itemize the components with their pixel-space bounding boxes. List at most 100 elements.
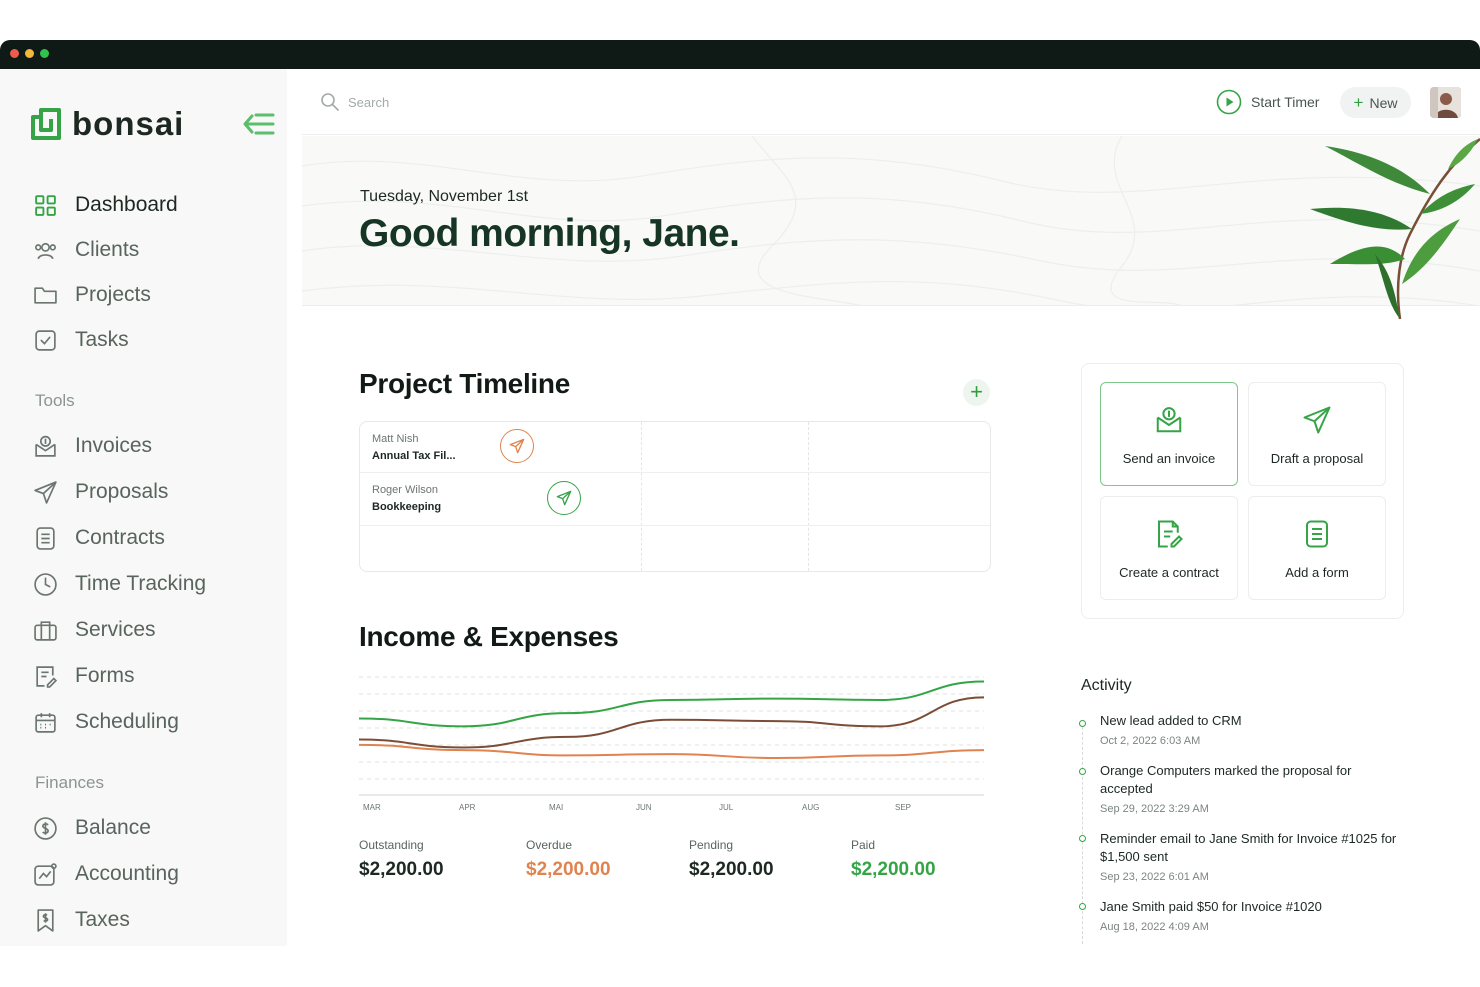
sidebar-item-label: Tasks [75, 328, 129, 351]
activity-time: Aug 18, 2022 4:09 AM [1100, 921, 1209, 933]
collapse-sidebar-button[interactable] [243, 111, 275, 137]
activity-dot [1079, 768, 1086, 775]
sidebar-item-label: Forms [75, 664, 135, 687]
create-contract-button[interactable]: Create a contract [1100, 496, 1238, 600]
action-label: Add a form [1285, 565, 1349, 580]
collapse-arrow-icon [243, 113, 275, 135]
chart-x-tick-label: AUG [802, 803, 820, 812]
activity-time: Oct 2, 2022 6:03 AM [1100, 735, 1201, 747]
sidebar-item-label: Taxes [75, 908, 130, 931]
timeline-client: Matt Nish [372, 433, 419, 445]
project-timeline: Matt Nish Annual Tax Fil... Roger Wilson… [359, 421, 991, 572]
activity-item[interactable]: Orange Computers marked the proposal for… [1100, 762, 1400, 798]
calendar-icon [35, 712, 56, 733]
minimize-window-icon[interactable] [25, 49, 34, 58]
sidebar-item-label: Projects [75, 283, 151, 306]
chart-x-tick-label: JUN [636, 803, 652, 812]
pending-value: $2,200.00 [689, 859, 774, 880]
activity-time: Sep 29, 2022 3:29 AM [1100, 803, 1209, 815]
timeline-project[interactable]: Bookkeeping [372, 501, 441, 513]
outstanding-value: $2,200.00 [359, 859, 444, 880]
activity-item[interactable]: Reminder email to Jane Smith for Invoice… [1100, 830, 1400, 866]
sidebar-item-tasks[interactable]: Tasks [33, 325, 129, 355]
paper-plane-icon [34, 480, 57, 504]
dollar-circle-icon [34, 816, 57, 840]
maximize-window-icon[interactable] [40, 49, 49, 58]
sidebar-item-services[interactable]: Services [33, 615, 156, 645]
greeting-heading: Good morning, Jane. [359, 212, 740, 255]
sidebar-item-invoices[interactable]: Invoices [33, 431, 152, 461]
action-label: Send an invoice [1122, 451, 1216, 466]
timeline-project[interactable]: Annual Tax Fil... [372, 450, 456, 462]
activity-item[interactable]: Jane Smith paid $50 for Invoice #1020 [1100, 898, 1400, 916]
sidebar-item-contracts[interactable]: Contracts [33, 523, 165, 553]
brand-logo[interactable]: bonsai [30, 105, 184, 143]
action-label: Create a contract [1119, 565, 1219, 580]
action-label: Draft a proposal [1270, 451, 1364, 466]
timeline-status-badge[interactable] [547, 481, 581, 515]
sidebar: bonsai Dashboard Clients Projects Tasks … [0, 69, 287, 946]
chart-x-tick-label: MAI [549, 803, 564, 812]
plus-icon: + [1353, 92, 1364, 112]
send-invoice-button[interactable]: Send an invoice [1100, 382, 1238, 486]
user-avatar[interactable] [1430, 87, 1461, 118]
activity-dot [1079, 835, 1086, 842]
add-form-button[interactable]: Add a form [1248, 496, 1386, 600]
sidebar-item-label: Invoices [75, 434, 153, 457]
start-timer-button[interactable]: Start Timer [1216, 89, 1319, 115]
close-window-icon[interactable] [10, 49, 19, 58]
form-icon [1306, 520, 1328, 548]
outstanding-label: Outstanding [359, 838, 424, 852]
paid-label: Paid [851, 838, 876, 852]
project-timeline-title: Project Timeline [359, 368, 570, 399]
timeline-status-badge[interactable] [500, 429, 534, 463]
activity-dot [1079, 720, 1086, 727]
tools-heading: Tools [35, 391, 75, 410]
chart-x-tick-label: APR [459, 803, 476, 812]
sidebar-item-balance[interactable]: Balance [33, 813, 151, 843]
finances-heading: Finances [35, 773, 104, 792]
chart-x-tick-label: JUL [719, 803, 734, 812]
timeline-gridline [641, 422, 642, 571]
sidebar-item-time-tracking[interactable]: Time Tracking [33, 569, 206, 599]
activity-item[interactable]: New lead added to CRM [1100, 712, 1400, 730]
draft-proposal-button[interactable]: Draft a proposal [1248, 382, 1386, 486]
chart-series-line-1 [359, 696, 985, 749]
start-timer-label: Start Timer [1251, 94, 1320, 110]
timeline-row-divider [360, 525, 990, 526]
add-project-button[interactable]: + [963, 379, 990, 406]
sidebar-item-accounting[interactable]: Accounting [33, 859, 179, 889]
clients-icon [34, 242, 57, 259]
activity-title: Activity [1081, 677, 1132, 694]
paper-plane-icon [556, 490, 572, 506]
sidebar-item-label: Accounting [75, 862, 179, 885]
sidebar-item-forms[interactable]: Forms [33, 661, 135, 691]
plus-icon: + [970, 379, 983, 404]
topbar: Start Timer + New [302, 69, 1480, 135]
overdue-label: Overdue [526, 838, 573, 852]
pending-label: Pending [689, 838, 734, 852]
sidebar-item-proposals[interactable]: Proposals [33, 477, 168, 507]
sidebar-item-scheduling[interactable]: Scheduling [33, 707, 179, 737]
sidebar-item-clients[interactable]: Clients [33, 235, 139, 265]
checkbox-icon [35, 329, 56, 351]
new-button[interactable]: + New [1340, 87, 1411, 118]
income-expenses-chart [359, 676, 985, 796]
search-input[interactable] [348, 91, 648, 113]
sidebar-item-taxes[interactable]: Taxes [33, 905, 130, 935]
sidebar-item-label: Time Tracking [75, 572, 207, 595]
timeline-row-divider [360, 472, 990, 473]
invoice-send-icon [1156, 407, 1182, 433]
sidebar-item-dashboard[interactable]: Dashboard [33, 190, 178, 220]
quick-actions-panel: Send an invoice Draft a proposal Create … [1081, 363, 1404, 619]
chart-x-tick-label: MAR [363, 803, 381, 812]
paid-value: $2,200.00 [851, 859, 936, 880]
activity-timeline-line [1082, 722, 1083, 944]
activity-time: Sep 23, 2022 6:01 AM [1100, 871, 1209, 883]
sidebar-item-projects[interactable]: Projects [33, 280, 151, 310]
play-circle-icon [1216, 89, 1242, 115]
window-titlebar [0, 40, 1480, 69]
clock-icon [34, 572, 57, 596]
timeline-gridline [808, 422, 809, 571]
income-expenses-title: Income & Expenses [359, 621, 619, 652]
